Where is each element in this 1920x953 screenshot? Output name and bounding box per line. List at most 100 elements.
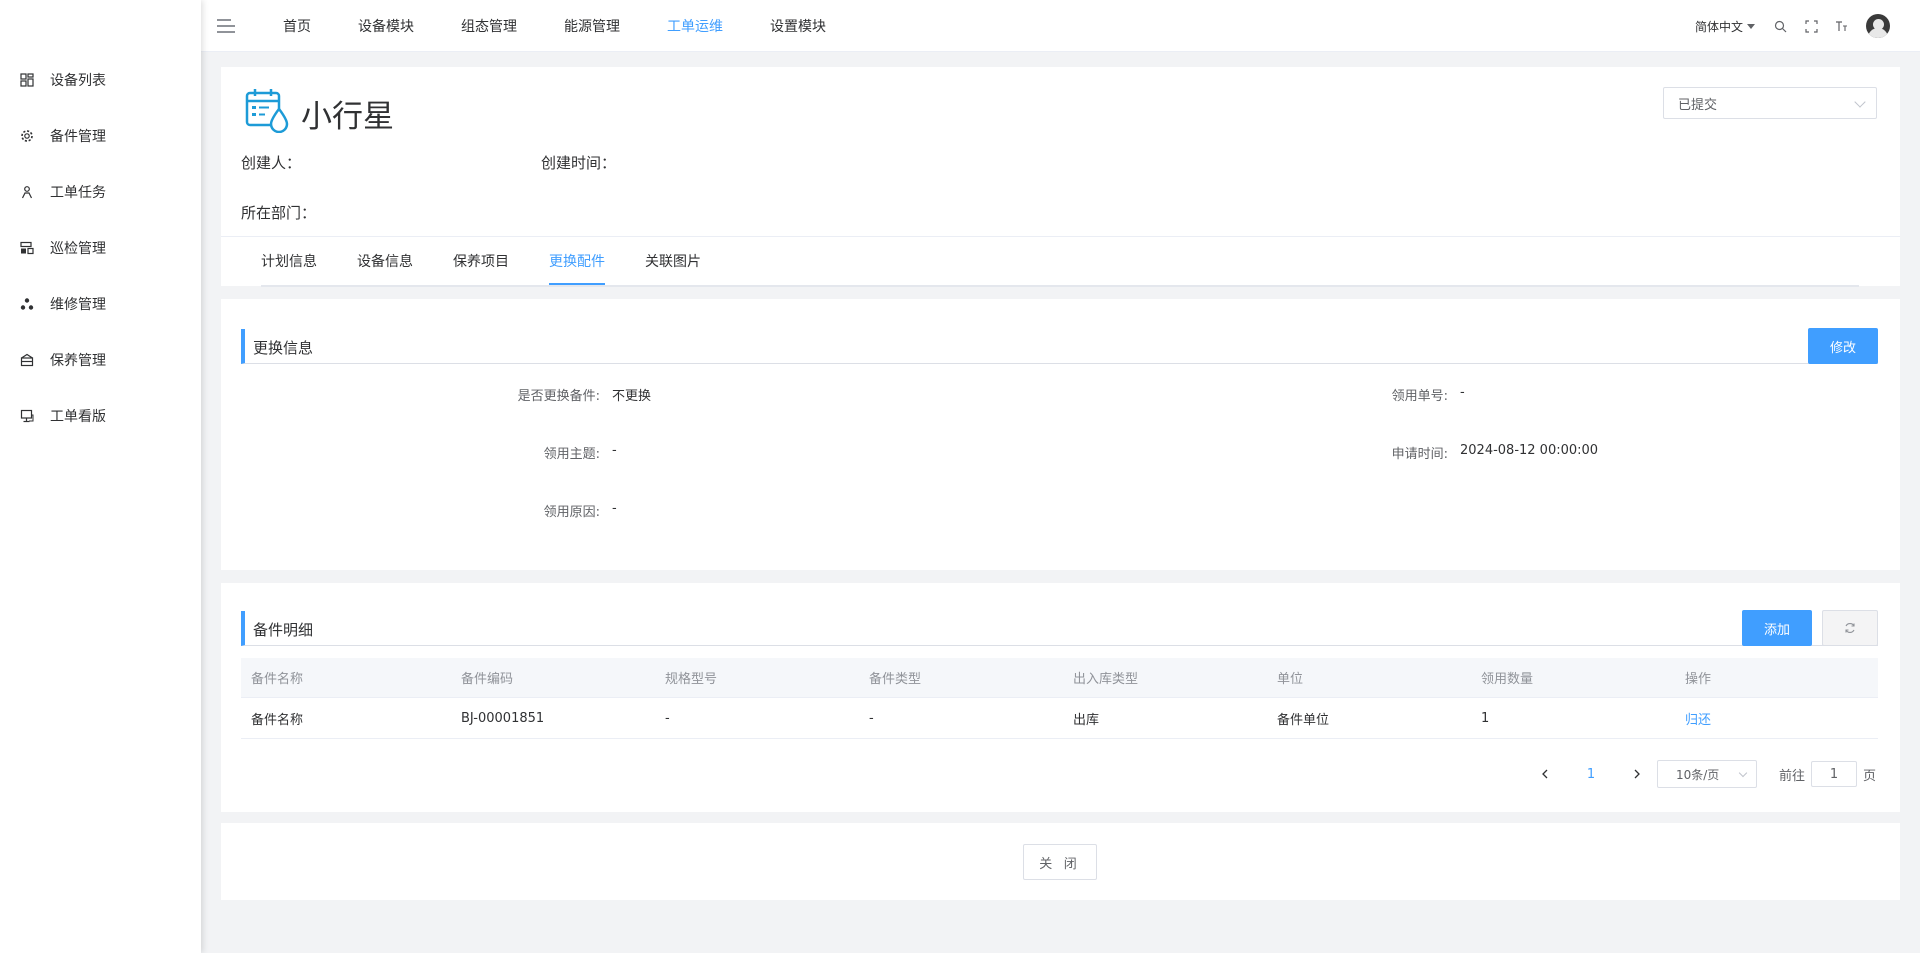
grid-icon (19, 72, 35, 88)
unit-cell: 备件单位 (1277, 712, 1330, 728)
goto-page-input[interactable] (1810, 761, 1857, 787)
parts-detail-card: 备件明细 添加 备件名称 备件编码 规格型号 备件类型 出入库类型 单位 领用数… (221, 583, 1900, 812)
sidebar-item-upkeep[interactable]: 保养管理 (0, 340, 200, 380)
main-nav: 首页 设备模块 组态管理 能源管理 工单运维 设置模块 (283, 0, 873, 52)
nav-item-configuration[interactable]: 组态管理 (461, 16, 517, 36)
nav-item-device-module[interactable]: 设备模块 (358, 16, 414, 36)
section-title: 更换信息 (253, 339, 314, 357)
department-label: 所在部门： (241, 204, 317, 222)
column-header: 领用数量 (1481, 672, 1534, 687)
sidebar-item-spare-parts[interactable]: 备件管理 (0, 116, 200, 156)
column-header: 出入库类型 (1073, 672, 1139, 687)
sidebar-item-label: 工单任务 (50, 185, 106, 201)
person-icon (19, 184, 35, 200)
maintenance-calendar-icon (245, 87, 289, 134)
language-label: 简体中文 (1694, 19, 1743, 34)
page-size-select[interactable]: 10条/页 (1656, 760, 1757, 788)
apply-time-value: 2024-08-12 00:00:00 (1460, 443, 1599, 458)
claim-subject-label: 领用主题: (543, 447, 600, 462)
return-link[interactable]: 归还 (1685, 713, 1711, 728)
sidebar-item-work-orders[interactable]: 工单任务 (0, 172, 200, 212)
user-avatar[interactable] (1866, 14, 1890, 38)
search-icon[interactable] (1773, 19, 1787, 33)
column-header: 操作 (1685, 672, 1712, 687)
parts-table: 备件名称 备件编码 规格型号 备件类型 出入库类型 单位 领用数量 操作 备件名… (241, 658, 1878, 739)
detail-tabs: 计划信息 设备信息 保养项目 更换配件 关联图片 (261, 237, 741, 285)
add-part-button[interactable]: 添加 (1742, 610, 1812, 646)
fullscreen-icon[interactable] (1804, 19, 1818, 33)
top-navbar: 首页 设备模块 组态管理 能源管理 工单运维 设置模块 简体中文 (201, 0, 1920, 52)
section-header: 更换信息 (241, 329, 1878, 364)
stock-type-cell: 出库 (1073, 712, 1100, 728)
sidebar-item-inspection[interactable]: 巡检管理 (0, 228, 200, 268)
prev-page-button[interactable] (1530, 760, 1560, 788)
sidebar-item-label: 巡检管理 (50, 241, 106, 257)
sidebar-item-label: 设备列表 (50, 73, 106, 89)
page-number[interactable]: 1 (1560, 767, 1622, 782)
column-header: 备件编码 (461, 672, 514, 687)
table-header: 备件名称 备件编码 规格型号 备件类型 出入库类型 单位 领用数量 操作 (241, 658, 1878, 698)
section-title: 备件明细 (253, 621, 314, 639)
replace-parts-value: 不更换 (612, 389, 652, 404)
created-time-label: 创建时间： (541, 154, 617, 172)
tab-related-images[interactable]: 关联图片 (645, 237, 701, 285)
column-header: 单位 (1277, 672, 1304, 687)
order-header-card: 小行星 已提交 创建人： 创建时间： 所在部门： 计划信息 设备信息 保养项目 … (221, 67, 1900, 287)
edit-button[interactable]: 修改 (1808, 328, 1878, 364)
goto-prefix: 前往 (1778, 768, 1805, 784)
sidebar-item-device-list[interactable]: 设备列表 (0, 60, 200, 100)
sidebar-item-label: 工单看版 (50, 409, 106, 425)
sidebar-item-label: 备件管理 (50, 129, 106, 145)
page-size-value: 10条/页 (1675, 767, 1720, 782)
toolbox-icon (19, 352, 35, 368)
chevron-down-icon (1854, 96, 1866, 108)
chevron-down-icon (1738, 768, 1748, 778)
nav-item-work-order-ops[interactable]: 工单运维 (667, 16, 723, 36)
gear-icon (19, 128, 35, 144)
header-tools: 简体中文 (1695, 0, 1920, 52)
cluster-icon (19, 296, 35, 312)
refresh-icon (1845, 623, 1855, 633)
part-type-cell: - (869, 710, 874, 726)
tab-device-info[interactable]: 设备信息 (357, 237, 413, 285)
tab-plan-info[interactable]: 计划信息 (261, 237, 317, 285)
tab-maintenance-items[interactable]: 保养项目 (453, 237, 509, 285)
caret-down-icon (1747, 23, 1755, 29)
claim-reason-label: 领用原因: (543, 505, 600, 520)
font-size-icon[interactable] (1835, 19, 1849, 33)
column-header: 备件类型 (869, 672, 922, 687)
language-selector[interactable]: 简体中文 (1695, 18, 1755, 35)
claim-subject-value: - (612, 443, 617, 458)
spec-model-cell: - (665, 710, 670, 726)
inspection-icon (19, 240, 35, 256)
tab-replace-parts[interactable]: 更换配件 (549, 237, 605, 285)
tabs-underline (261, 285, 1859, 287)
apply-time-label: 申请时间: (1391, 447, 1448, 462)
monitor-icon (19, 408, 35, 424)
status-select[interactable]: 已提交 (1663, 87, 1877, 119)
replace-info-card: 更换信息 修改 是否更换备件: 不更换 领用单号: - 领用主题: - 申请时间… (221, 299, 1900, 570)
claim-reason-value: - (612, 501, 617, 516)
creator-label: 创建人： (241, 154, 302, 172)
close-button[interactable]: 关 闭 (1023, 844, 1097, 880)
column-header: 备件名称 (251, 672, 304, 687)
part-name-cell: 备件名称 (251, 712, 304, 728)
refresh-button[interactable] (1822, 610, 1878, 646)
footer-card: 关 闭 (221, 823, 1900, 900)
column-header: 规格型号 (665, 672, 718, 687)
nav-item-settings-module[interactable]: 设置模块 (770, 16, 826, 36)
next-page-button[interactable] (1622, 760, 1652, 788)
section-header: 备件明细 (241, 611, 1878, 646)
claim-no-label: 领用单号: (1391, 389, 1448, 404)
sidebar-item-maintenance-repair[interactable]: 维修管理 (0, 284, 200, 324)
menu-toggle-icon[interactable] (217, 19, 235, 35)
nav-item-home[interactable]: 首页 (283, 16, 311, 36)
quantity-cell: 1 (1481, 710, 1490, 726)
page-title: 小行星 (301, 99, 394, 135)
status-value: 已提交 (1678, 97, 1718, 113)
table-row: 备件名称 BJ-00001851 - - 出库 备件单位 1 归还 (241, 698, 1878, 739)
sidebar: 设备列表 备件管理 工单任务 巡检管理 维修管理 保养管理 工单看版 (0, 0, 201, 953)
chevron-left-icon (1542, 769, 1548, 779)
nav-item-energy[interactable]: 能源管理 (564, 16, 620, 36)
sidebar-item-work-order-board[interactable]: 工单看版 (0, 396, 200, 436)
